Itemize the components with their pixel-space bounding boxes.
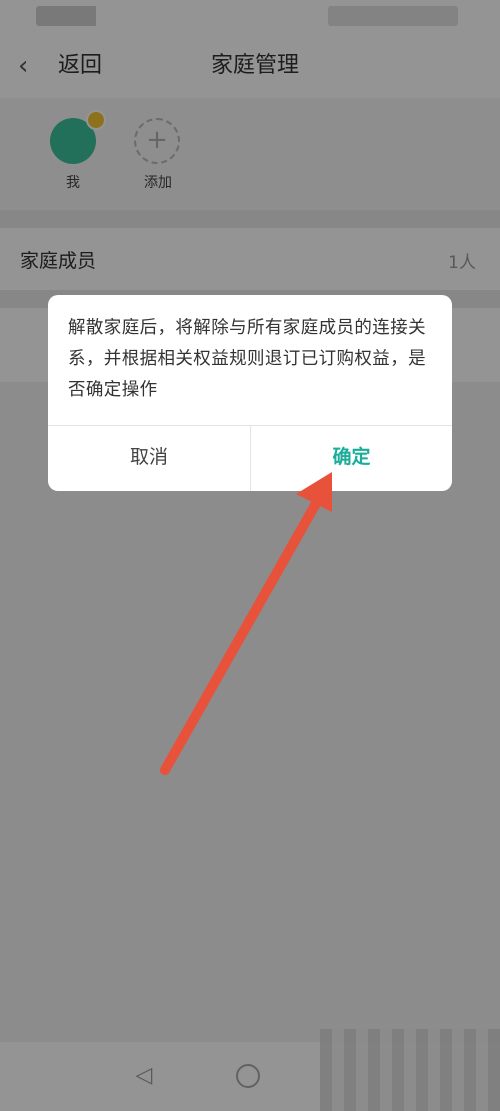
screen: ‹ 返回 家庭管理 我 + 添加 家庭成员 1人 ◁ 解散家庭后，将解除与所有家… (0, 0, 500, 1111)
cancel-button[interactable]: 取消 (48, 426, 250, 491)
modal-overlay[interactable] (0, 0, 500, 1111)
dialog-message: 解散家庭后，将解除与所有家庭成员的连接关系，并根据相关权益规则退订已订购权益，是… (68, 318, 426, 400)
confirm-button[interactable]: 确定 (251, 426, 452, 491)
confirm-dialog: 解散家庭后，将解除与所有家庭成员的连接关系，并根据相关权益规则退订已订购权益，是… (48, 295, 452, 491)
